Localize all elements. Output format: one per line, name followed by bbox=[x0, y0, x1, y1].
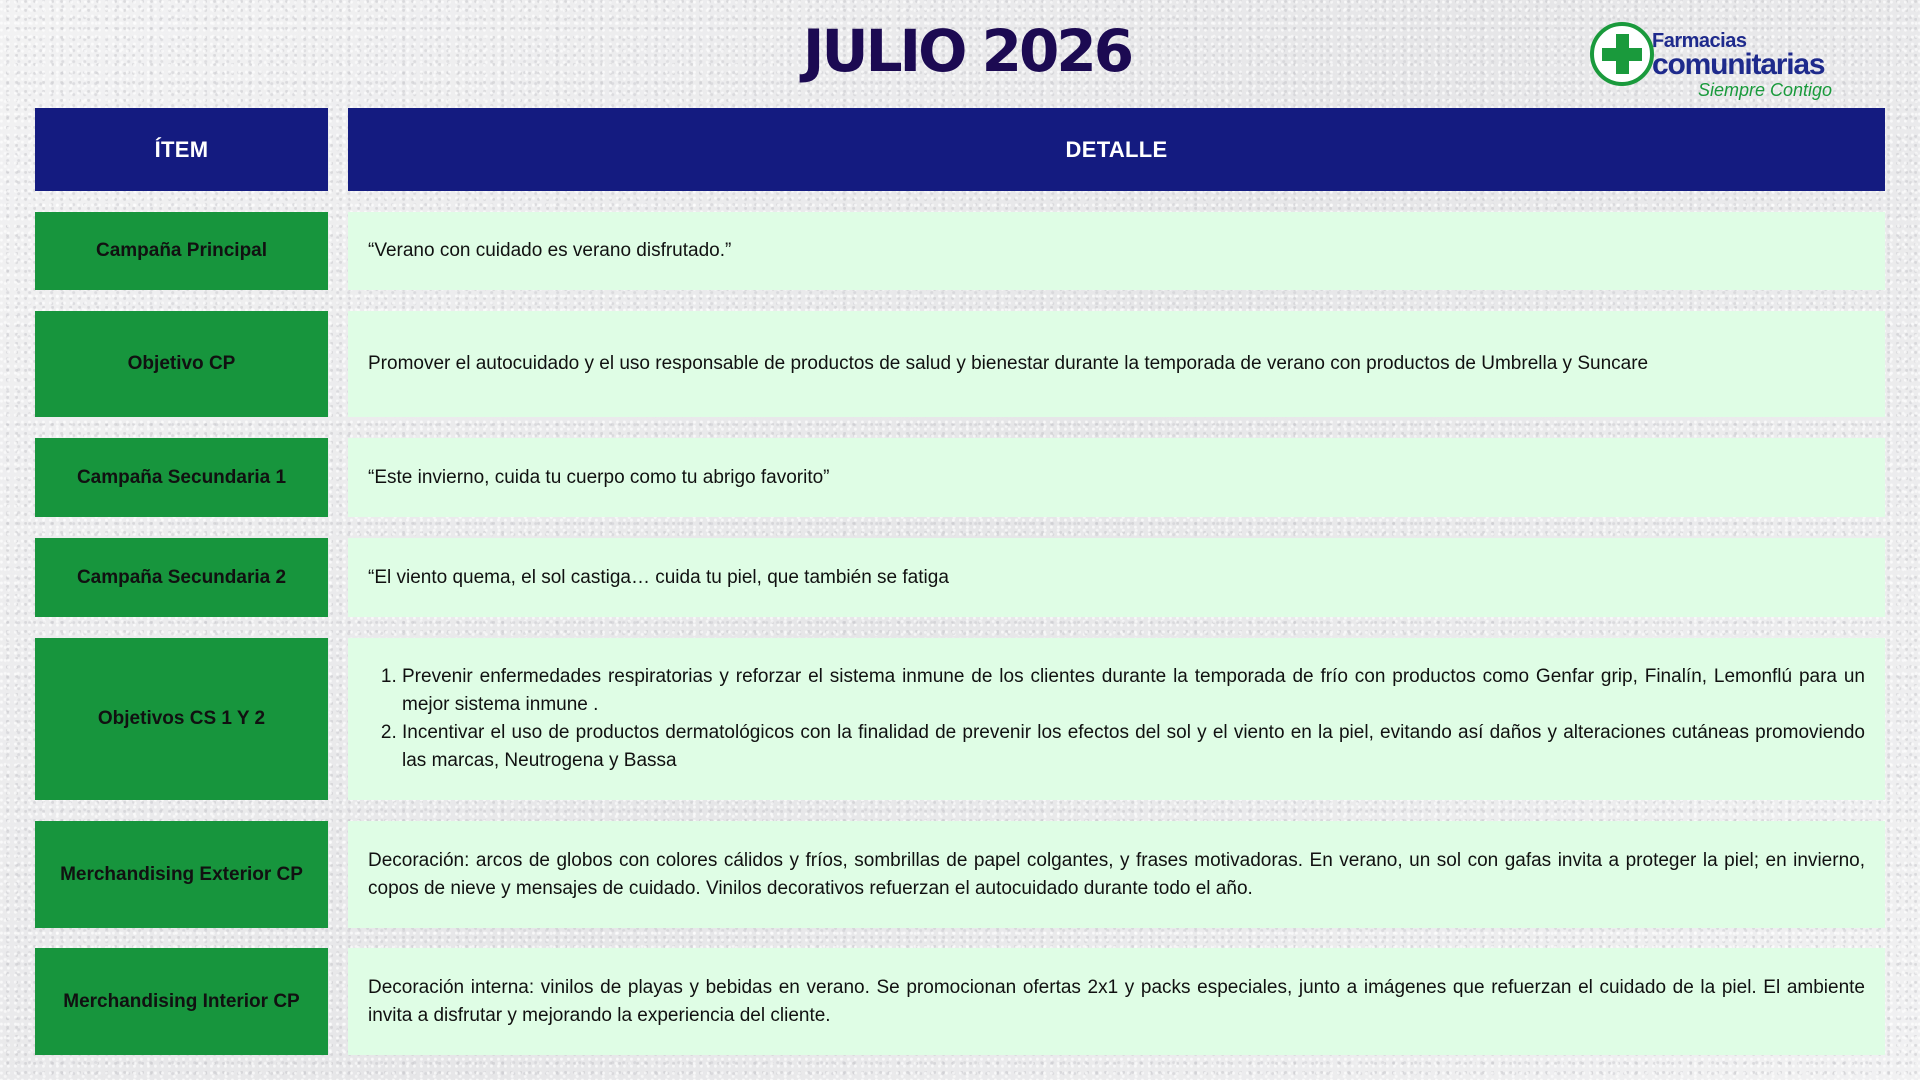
logo-text-line2: comunitarias bbox=[1652, 48, 1826, 81]
list-item: Prevenir enfermedades respiratorias y re… bbox=[402, 663, 1865, 719]
header-detail: DETALLE bbox=[348, 108, 1885, 191]
detail-text: Decoración interna: vinilos de playas y … bbox=[368, 976, 1865, 1026]
detail-text: Decoración: arcos de globos con colores … bbox=[368, 849, 1865, 899]
detail-objetivo-cp: Promover el autocuidado y el uso respons… bbox=[348, 311, 1885, 417]
item-merchandising-exterior: Merchandising Exterior CP bbox=[35, 821, 328, 928]
detail-merchandising-exterior: Decoración: arcos de globos con colores … bbox=[348, 821, 1885, 928]
logo-tagline: Siempre Contigo bbox=[1698, 80, 1833, 100]
detail-text: “El viento quema, el sol castiga… cuida … bbox=[368, 566, 949, 588]
brand-logo: Farmacias comunitarias Siempre Contigo bbox=[1590, 20, 1840, 102]
item-campana-secundaria-2: Campaña Secundaria 2 bbox=[35, 538, 328, 617]
detail-objetivos-cs: Prevenir enfermedades respiratorias y re… bbox=[348, 638, 1885, 800]
header-item: ÍTEM bbox=[35, 108, 328, 191]
list-item: Incentivar el uso de productos dermatoló… bbox=[402, 719, 1865, 775]
detail-text: “Verano con cuidado es verano disfrutado… bbox=[368, 240, 732, 261]
detail-text: “Este invierno, cuida tu cuerpo como tu … bbox=[368, 466, 830, 488]
detail-campana-secundaria-2: “El viento quema, el sol castiga… cuida … bbox=[348, 538, 1885, 617]
detail-text: Promover el autocuidado y el uso respons… bbox=[368, 353, 1649, 374]
cross-icon bbox=[1590, 22, 1654, 86]
item-objetivo-cp: Objetivo CP bbox=[35, 311, 328, 417]
detail-campana-principal: “Verano con cuidado es verano disfrutado… bbox=[348, 212, 1885, 290]
detail-campana-secundaria-1: “Este invierno, cuida tu cuerpo como tu … bbox=[348, 438, 1885, 517]
objectives-list: Prevenir enfermedades respiratorias y re… bbox=[368, 663, 1865, 775]
detail-merchandising-interior: Decoración interna: vinilos de playas y … bbox=[348, 948, 1885, 1055]
item-objetivos-cs: Objetivos CS 1 Y 2 bbox=[35, 638, 328, 800]
item-merchandising-interior: Merchandising Interior CP bbox=[35, 948, 328, 1055]
item-campana-principal: Campaña Principal bbox=[35, 212, 328, 290]
item-campana-secundaria-1: Campaña Secundaria 1 bbox=[35, 438, 328, 517]
